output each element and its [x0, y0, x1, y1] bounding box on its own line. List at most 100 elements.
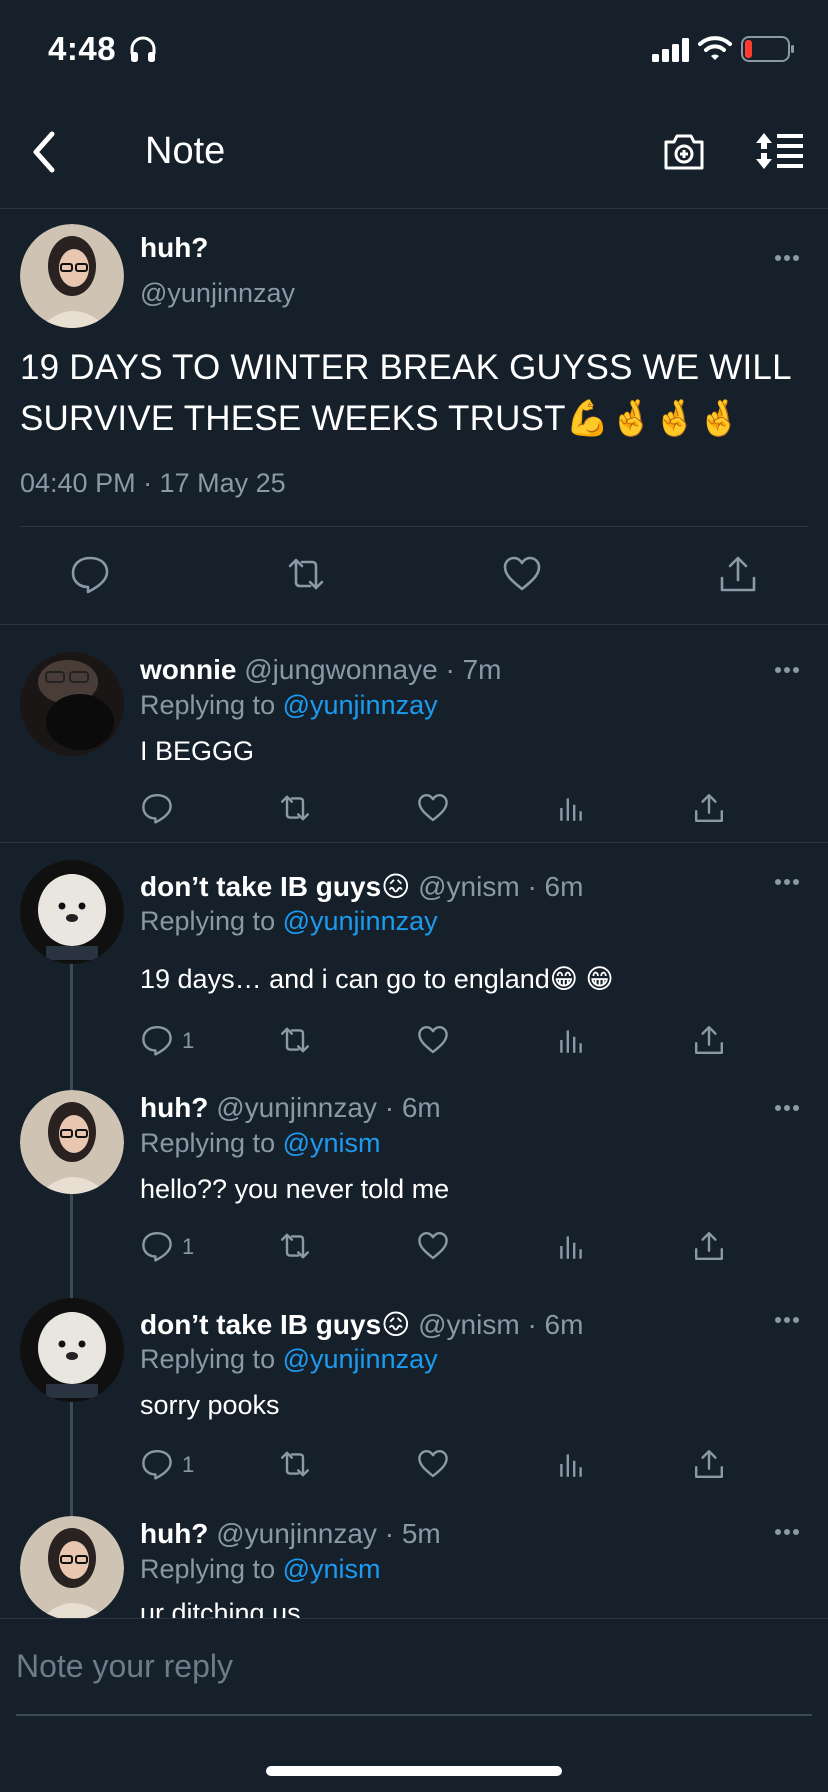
back-button[interactable]	[26, 128, 62, 176]
author-handle[interactable]: @yunjinnzay	[216, 1092, 377, 1123]
author-handle[interactable]: @yunjinnzay	[216, 1518, 377, 1549]
note-text: 19 DAYS TO WINTER BREAK GUYSS WE WILL SU…	[20, 342, 810, 444]
more-icon[interactable]	[774, 1104, 800, 1112]
retweet-icon[interactable]	[286, 554, 326, 594]
share-icon[interactable]	[693, 1024, 725, 1056]
reply-text: ur ditching us	[140, 1598, 301, 1618]
retweet-icon[interactable]	[279, 1230, 311, 1262]
home-indicator[interactable]	[266, 1766, 562, 1776]
mention-link[interactable]: @yunjinnzay	[283, 906, 438, 936]
reply-item-clipped: huh? @yunjinnzay · 5m Replying to @ynism…	[0, 1500, 828, 1618]
reply-header: huh? @yunjinnzay · 5m	[140, 1518, 441, 1550]
author-handle[interactable]: @ynism	[418, 871, 520, 902]
avatar[interactable]	[20, 1298, 124, 1402]
reply-time: · 6m	[527, 1309, 584, 1340]
author-name[interactable]: huh?	[140, 232, 208, 264]
reply-input[interactable]: Note your reply	[16, 1648, 233, 1685]
avatar[interactable]	[20, 224, 124, 328]
share-icon[interactable]	[693, 1230, 725, 1262]
divider	[0, 1618, 828, 1619]
replying-to: Replying to @yunjinnzay	[140, 1344, 438, 1375]
divider	[0, 624, 828, 625]
reply-text: hello?? you never told me	[140, 1174, 450, 1204]
heart-icon[interactable]	[417, 1448, 449, 1480]
reply-count: 1	[182, 1452, 195, 1477]
comment-icon[interactable]	[70, 554, 110, 594]
avatar[interactable]	[20, 652, 124, 756]
author-name[interactable]: wonnie	[140, 654, 236, 685]
author-handle[interactable]: @jungwonnaye	[244, 654, 437, 685]
replying-label: Replying to	[140, 1128, 276, 1158]
heart-icon[interactable]	[502, 554, 542, 594]
reply-count: 1	[182, 1234, 195, 1259]
reply-header: huh? @yunjinnzay · 6m	[140, 1092, 441, 1124]
share-icon[interactable]	[693, 1448, 725, 1480]
share-icon[interactable]	[693, 792, 725, 824]
reply-time: · 6m	[527, 871, 584, 902]
replying-to: Replying to @ynism	[140, 1128, 381, 1159]
reply-header: wonnie @jungwonnaye · 7m	[140, 654, 501, 686]
battery-icon	[741, 36, 794, 62]
retweet-icon[interactable]	[279, 1024, 311, 1056]
more-icon[interactable]	[774, 1316, 800, 1324]
note-text-line: 19 DAYS TO WINTER BREAK GUYSS WE WILL	[20, 348, 792, 387]
heart-icon[interactable]	[417, 1024, 449, 1056]
heart-icon[interactable]	[417, 792, 449, 824]
author-handle[interactable]: @yunjinnzay	[140, 278, 295, 309]
author-name[interactable]: don’t take IB guys😖	[140, 871, 410, 902]
reply-text: I BEGGG	[140, 736, 255, 766]
reply-time: · 6m	[384, 1092, 441, 1123]
more-icon[interactable]	[774, 1528, 800, 1536]
avatar[interactable]	[20, 860, 124, 964]
more-icon[interactable]	[774, 666, 800, 674]
retweet-icon[interactable]	[279, 792, 311, 824]
sort-icon[interactable]	[755, 131, 805, 171]
analytics-icon[interactable]	[555, 792, 587, 824]
comment-icon[interactable]	[141, 1448, 173, 1480]
mention-link[interactable]: @yunjinnzay	[283, 690, 438, 720]
reply-text: 19 days… and i can go to england😁 😁	[140, 964, 614, 994]
reply-header: don’t take IB guys😖 @ynism · 6m	[140, 870, 583, 903]
wifi-icon	[698, 36, 732, 60]
avatar[interactable]	[20, 1090, 124, 1194]
author-name[interactable]: huh?	[140, 1092, 208, 1123]
more-icon[interactable]	[774, 878, 800, 886]
comment-icon[interactable]	[141, 792, 173, 824]
avatar[interactable]	[20, 1516, 124, 1618]
comment-icon[interactable]	[141, 1230, 173, 1262]
thread-line	[70, 962, 73, 1518]
headphones-icon	[130, 36, 156, 62]
analytics-icon[interactable]	[555, 1230, 587, 1262]
heart-icon[interactable]	[417, 1230, 449, 1262]
mention-link[interactable]: @ynism	[283, 1554, 381, 1584]
header-divider	[0, 208, 828, 209]
replying-label: Replying to	[140, 1554, 276, 1584]
replying-label: Replying to	[140, 690, 276, 720]
mention-link[interactable]: @yunjinnzay	[283, 1344, 438, 1374]
replying-label: Replying to	[140, 1344, 276, 1374]
camera-add-icon[interactable]	[662, 130, 706, 174]
divider	[0, 842, 828, 843]
replying-to: Replying to @yunjinnzay	[140, 906, 438, 937]
status-time: 4:48	[48, 30, 117, 67]
replying-to: Replying to @yunjinnzay	[140, 690, 438, 721]
reply-text: sorry pooks	[140, 1390, 280, 1420]
comment-icon[interactable]	[141, 1024, 173, 1056]
reply-header: don’t take IB guys😖 @ynism · 6m	[140, 1308, 583, 1341]
note-text-line: SURVIVE THESE WEEKS TRUST💪🤞🤞🤞	[20, 399, 741, 438]
note-timestamp: 04:40 PM · 17 May 25	[20, 468, 286, 498]
author-handle[interactable]: @ynism	[418, 1309, 520, 1340]
author-name[interactable]: don’t take IB guys😖	[140, 1309, 410, 1340]
analytics-icon[interactable]	[555, 1448, 587, 1480]
replying-to: Replying to @ynism	[140, 1554, 381, 1585]
author-name[interactable]: huh?	[140, 1518, 208, 1549]
analytics-icon[interactable]	[555, 1024, 587, 1056]
page-title: Note	[145, 130, 226, 172]
replying-label: Replying to	[140, 906, 276, 936]
more-icon[interactable]	[774, 254, 800, 262]
reply-time: · 7m	[445, 654, 502, 685]
mention-link[interactable]: @ynism	[283, 1128, 381, 1158]
retweet-icon[interactable]	[279, 1448, 311, 1480]
signal-icon	[652, 38, 689, 62]
share-icon[interactable]	[718, 554, 758, 594]
